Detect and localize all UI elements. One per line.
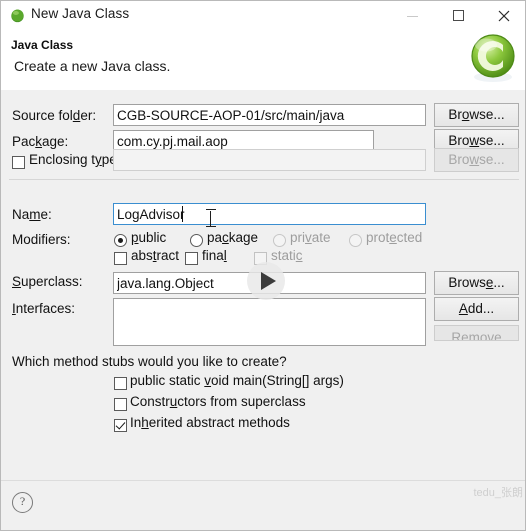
green-c-logo-icon <box>471 34 515 82</box>
source-folder-input[interactable] <box>113 104 426 126</box>
stub-checkbox-constructors[interactable] <box>114 398 127 411</box>
modifier-label-protected: protected <box>366 230 423 245</box>
header-subtitle: Create a new Java class. <box>14 58 171 74</box>
modifier-radio-package[interactable] <box>190 234 203 247</box>
divider-1 <box>9 179 519 180</box>
modifier-label-abstract: abstract <box>131 248 180 263</box>
maximize-button[interactable] <box>435 1 481 30</box>
maximize-icon <box>452 10 464 21</box>
modifier-label-static: static <box>271 248 303 263</box>
source-folder-browse-button[interactable]: Browse... <box>434 103 519 127</box>
mouse-cursor-ibeam <box>206 209 216 228</box>
modifier-radio-private <box>273 234 286 247</box>
close-button[interactable] <box>481 1 525 30</box>
minimize-icon <box>406 16 418 17</box>
window-title: New Java Class <box>31 6 130 21</box>
stub-label-main: public static void main(String[] args) <box>130 373 344 388</box>
minimize-button[interactable] <box>389 1 435 30</box>
stub-checkbox-inherited[interactable] <box>114 419 127 432</box>
enclosing-type-input[interactable] <box>113 149 426 171</box>
dialog-footer: ? < Back Next > Finish Cancel <box>1 480 525 530</box>
method-stubs-question: Which method stubs would you like to cre… <box>12 354 287 369</box>
eclipse-java-icon <box>11 9 24 23</box>
package-label: Package: <box>12 134 69 149</box>
play-icon[interactable] <box>247 262 285 300</box>
enclosing-type-checkbox[interactable] <box>12 156 25 169</box>
close-icon <box>498 10 510 21</box>
modifier-label-public: public <box>131 230 167 245</box>
modifier-label-final: final <box>202 248 227 263</box>
modifier-radio-public[interactable] <box>114 234 127 247</box>
enclosing-type-browse-button: Browse... <box>434 148 519 172</box>
modifier-label-private: private <box>290 230 331 245</box>
new-java-class-dialog: New Java Class Java Class Create a new J… <box>0 0 526 531</box>
stub-checkbox-main[interactable] <box>114 377 127 390</box>
superclass-browse-button[interactable]: Browse... <box>434 271 519 295</box>
enclosing-type-label: Enclosing type: <box>29 152 121 167</box>
modifier-checkbox-final[interactable] <box>185 252 198 265</box>
interfaces-remove-button: Remove <box>434 325 519 341</box>
interfaces-label: Interfaces: <box>12 301 76 316</box>
modifier-label-package: package <box>207 230 259 245</box>
source-folder-label: Source folder: <box>12 108 97 123</box>
title-bar: New Java Class <box>1 1 525 31</box>
play-triangle-icon <box>261 272 276 290</box>
stub-label-inherited: Inherited abstract methods <box>130 415 290 430</box>
text-caret <box>182 206 183 222</box>
stub-label-constructors: Constructors from superclass <box>130 394 306 409</box>
help-icon[interactable]: ? <box>12 492 33 513</box>
header-title: Java Class <box>11 38 74 52</box>
class-name-input[interactable] <box>113 203 426 225</box>
modifiers-label: Modifiers: <box>12 232 71 247</box>
interfaces-list[interactable] <box>113 298 426 346</box>
interfaces-add-button[interactable]: Add... <box>434 297 519 321</box>
name-label: Name: <box>12 207 52 222</box>
watermark: tedu_张朗 <box>473 487 523 499</box>
modifier-checkbox-abstract[interactable] <box>114 252 127 265</box>
dialog-header: Java Class Create a new Java class. <box>1 30 525 91</box>
modifier-radio-protected <box>349 234 362 247</box>
superclass-label: Superclass: <box>12 274 83 289</box>
